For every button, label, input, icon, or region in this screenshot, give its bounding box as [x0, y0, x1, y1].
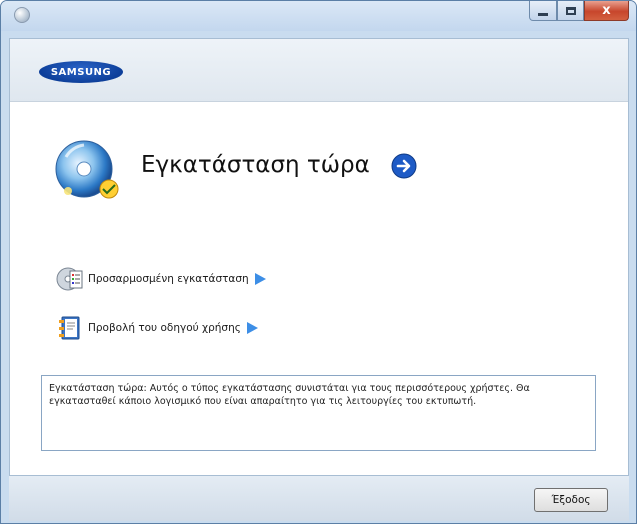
custom-install-link[interactable]: Προσαρμοσμένη εγκατάσταση	[56, 266, 267, 292]
custom-install-icon	[56, 267, 83, 291]
footer-bar: Έξοδος	[9, 476, 629, 521]
logo-text: SAMSUNG	[50, 66, 112, 78]
exit-label: Έξοδος	[551, 494, 591, 506]
arrow-right-icon[interactable]	[391, 153, 417, 179]
description-box: Εγκατάσταση τώρα: Αυτός ο τύπος εγκατάστ…	[41, 375, 596, 451]
minimize-icon	[538, 13, 548, 16]
install-disc-icon[interactable]	[54, 137, 120, 203]
exit-button[interactable]: Έξοδος	[534, 488, 608, 512]
description-text: Εγκατάσταση τώρα: Αυτός ο τύπος εγκατάστ…	[49, 383, 530, 407]
play-triangle-icon	[254, 273, 266, 285]
user-guide-link[interactable]: Προβολή του οδηγού χρήσης	[56, 315, 259, 341]
main-panel: SAMSUNG Εγκατάσταση τώρα Προσαρμοσμένη ε…	[9, 38, 629, 476]
app-icon	[14, 7, 30, 23]
close-button[interactable]: x	[584, 1, 629, 21]
user-guide-icon	[59, 316, 80, 340]
maximize-icon	[565, 6, 576, 15]
user-guide-label: Προβολή του οδηγού χρήσης	[88, 322, 241, 334]
close-icon: x	[602, 3, 611, 18]
install-now-title[interactable]: Εγκατάσταση τώρα	[141, 152, 370, 178]
maximize-button[interactable]	[557, 1, 584, 21]
header-band: SAMSUNG	[10, 39, 628, 102]
play-triangle-icon	[246, 322, 258, 334]
custom-install-label: Προσαρμοσμένη εγκατάσταση	[88, 273, 249, 285]
installer-window: x SAMSUNG Εγκατάσταση τώρα Προσαρμοσμένη…	[0, 0, 637, 524]
samsung-logo: SAMSUNG	[39, 61, 123, 83]
minimize-button[interactable]	[529, 1, 557, 21]
title-bar[interactable]: x	[1, 1, 636, 31]
